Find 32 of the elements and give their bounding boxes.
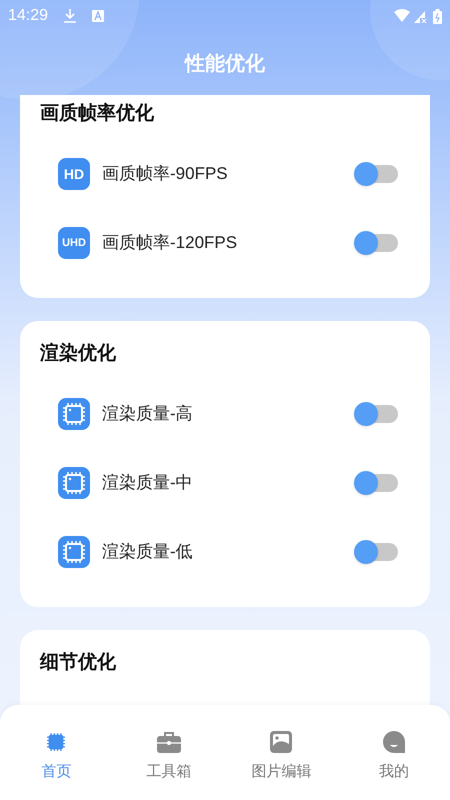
signal-icon	[414, 10, 427, 22]
section-title: 渲染优化	[40, 342, 117, 366]
nav-tab[interactable]: 图片编辑	[225, 729, 338, 784]
status-time: 14:29	[8, 6, 48, 26]
section-title: 画质帧率优化	[40, 102, 155, 126]
battery-icon	[433, 8, 442, 24]
option-label: 画质帧率-90FPS	[102, 163, 229, 186]
chip-icon	[58, 467, 90, 499]
chip-icon	[58, 398, 90, 430]
nav-tab[interactable]: 工具箱	[112, 729, 225, 784]
profile-icon	[382, 731, 405, 753]
option-label: 渲染质量-低	[102, 541, 194, 564]
keyboard-icon	[92, 10, 104, 22]
toggle-switch[interactable]	[354, 540, 398, 564]
option-label: 渲染质量-高	[102, 403, 194, 426]
resolution-icon: HD	[58, 158, 90, 190]
resolution-icon: UHD	[58, 227, 90, 259]
nav-tab[interactable]: 首页	[0, 729, 112, 784]
toggle-switch[interactable]	[354, 162, 398, 186]
chip-icon	[58, 536, 90, 568]
page-title: 性能优化	[185, 52, 265, 76]
wifi-icon	[394, 9, 410, 23]
toggle-switch[interactable]	[354, 231, 398, 255]
toggle-switch[interactable]	[354, 471, 398, 495]
download-icon	[62, 8, 78, 24]
section-title: 细节优化	[40, 651, 117, 675]
option-label: 画质帧率-120FPS	[102, 232, 238, 254]
image-icon	[270, 731, 292, 753]
nav-tab[interactable]: 我的	[338, 729, 450, 784]
option-label: 渲染质量-中	[102, 472, 194, 494]
toggle-switch[interactable]	[354, 402, 398, 426]
toolbox-icon	[156, 731, 181, 753]
